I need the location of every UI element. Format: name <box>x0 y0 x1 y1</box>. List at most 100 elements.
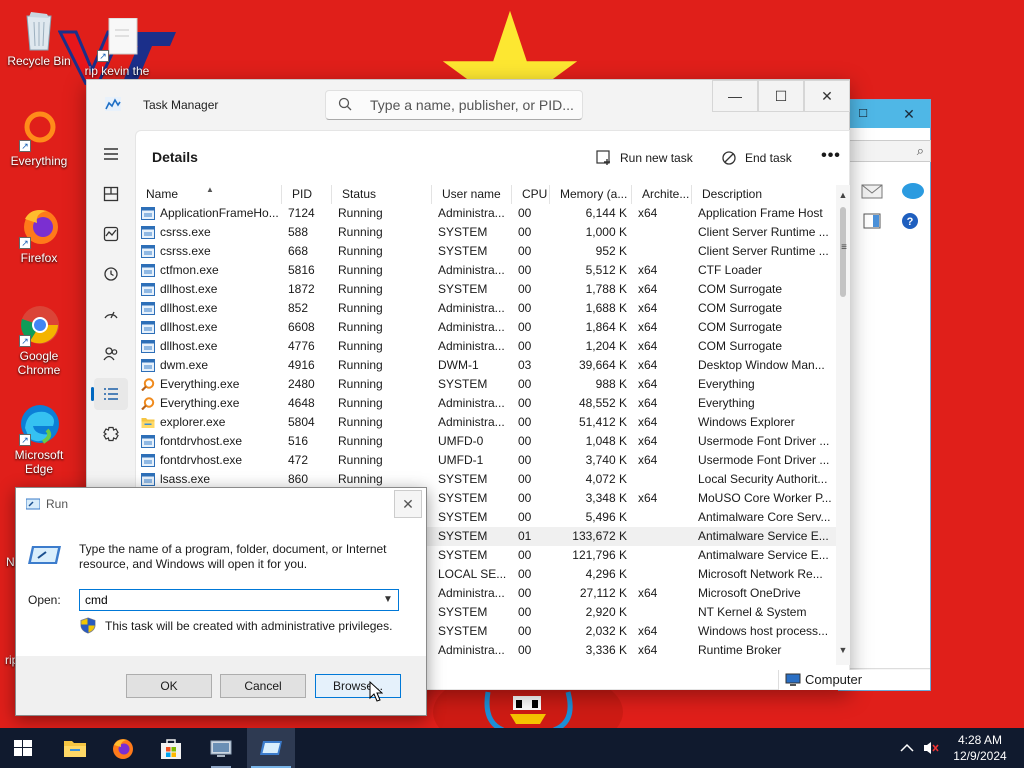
cell-pid: 1872 <box>288 282 315 296</box>
table-row[interactable]: fontdrvhost.exe 516 Running UMFD-0 00 1,048 K… <box>136 432 836 451</box>
taskbar-clock[interactable]: 4:28 AM 12/9/2024 <box>940 732 1020 764</box>
explorer-close-button[interactable]: ✕ <box>887 100 931 128</box>
nav-performance[interactable] <box>94 218 128 250</box>
file-shortcut-icon: ↗ <box>95 17 139 62</box>
desktop-icon-firefox[interactable]: ↗ Firefox <box>1 205 77 265</box>
explorer-toolbar-row2: ? <box>851 212 931 234</box>
process-search-box[interactable] <box>325 90 583 120</box>
table-row[interactable]: explorer.exe 5804 Running Administra... 00 51… <box>136 413 836 432</box>
open-input[interactable] <box>85 592 375 608</box>
help-icon[interactable]: ? <box>901 212 919 230</box>
cell-arch <box>638 565 692 584</box>
cell-status: Running <box>338 396 383 410</box>
chevron-down-icon[interactable]: ▼ <box>380 592 396 608</box>
taskbar-computer-window[interactable] <box>197 728 245 768</box>
network-icon[interactable] <box>901 182 925 200</box>
table-row[interactable]: dwm.exe 4916 Running DWM-1 03 39,664 K x64 Desk… <box>136 356 836 375</box>
nav-users[interactable] <box>94 338 128 370</box>
cell-desc: NT Kernel & System <box>698 605 807 619</box>
table-row[interactable]: dllhost.exe 6608 Running Administra... 00 1,8… <box>136 318 836 337</box>
table-row[interactable]: Everything.exe 2480 Running SYSTEM 00 988 K x6… <box>136 375 836 394</box>
column-header-status[interactable]: Status <box>332 185 432 204</box>
scroll-up-arrow-icon[interactable]: ▲ <box>836 188 850 202</box>
table-row[interactable]: ctfmon.exe 5816 Running Administra... 00 5,51… <box>136 261 836 280</box>
table-row[interactable]: Everything.exe 4648 Running Administra... 00… <box>136 394 836 413</box>
dialog-close-button[interactable]: ✕ <box>394 490 422 518</box>
volume-muted-icon[interactable] <box>922 740 940 756</box>
table-row[interactable]: ApplicationFrameHo... 7124 Running Administ… <box>136 204 836 223</box>
taskbar-task-manager[interactable] <box>247 728 295 768</box>
nav-startup-apps[interactable] <box>94 298 128 330</box>
desktop-icon-file-shortcut[interactable]: ↗ rip kevin the <box>79 17 155 78</box>
cell-status: Running <box>338 206 383 220</box>
desktop-icon-chrome[interactable]: ↗ Google Chrome <box>1 303 77 377</box>
taskbar-file-explorer[interactable] <box>51 728 99 768</box>
show-hidden-icons-chevron-icon[interactable] <box>900 742 914 754</box>
table-row[interactable]: dllhost.exe 4776 Running Administra... 00 1,2… <box>136 337 836 356</box>
cancel-button[interactable]: Cancel <box>220 674 306 698</box>
search-input[interactable] <box>370 95 575 115</box>
scroll-grip-icon: ≡ <box>841 242 847 253</box>
cell-desc: COM Surrogate <box>698 339 783 353</box>
app-icon <box>141 473 155 486</box>
column-header-architecture[interactable]: Archite... <box>632 185 692 204</box>
taskbar-store[interactable] <box>147 728 195 768</box>
open-combobox[interactable]: ▼ <box>79 589 399 611</box>
mail-icon[interactable] <box>861 182 883 200</box>
column-header-description[interactable]: Description <box>692 185 836 204</box>
run-new-task-button[interactable]: Run new task <box>596 145 693 171</box>
cell-user: SYSTEM <box>438 377 488 391</box>
desktop-icon-everything[interactable]: ↗ Everything <box>1 108 77 168</box>
cell-pid: 5804 <box>288 415 315 429</box>
desktop-icon-label: rip kevin the <box>84 64 150 78</box>
table-row[interactable]: dllhost.exe 1872 Running SYSTEM 00 1,788 K x64… <box>136 280 836 299</box>
cell-cpu: 00 <box>518 263 532 277</box>
admin-privileges-note: This task will be created with administr… <box>105 619 393 633</box>
cell-arch: x64 <box>638 643 658 657</box>
column-header-memory[interactable]: Memory (a... <box>550 185 632 204</box>
table-row[interactable]: csrss.exe 668 Running SYSTEM 00 952 K Client S… <box>136 242 836 261</box>
cell-name: dllhost.exe <box>160 301 218 315</box>
shortcut-arrow-icon: ↗ <box>19 434 31 446</box>
cell-desc: Runtime Broker <box>698 643 782 657</box>
cell-mem: 1,688 K <box>585 301 627 315</box>
desktop-icon-recycle-bin[interactable]: Recycle Bin <box>1 8 77 68</box>
explorer-search-box[interactable]: ⌕ <box>849 140 931 162</box>
close-button[interactable]: ✕ <box>804 80 850 112</box>
cell-mem: 952 K <box>595 244 627 258</box>
preview-pane-icon[interactable] <box>863 212 881 230</box>
column-header-pid[interactable]: PID <box>282 185 332 204</box>
cell-desc: Windows Explorer <box>698 415 795 429</box>
firefox-icon: ↗ <box>17 205 61 249</box>
cell-mem: 5,496 K <box>585 510 627 524</box>
cell-mem: 1,788 K <box>585 282 627 296</box>
table-row[interactable]: fontdrvhost.exe 472 Running UMFD-1 00 3,740 K… <box>136 451 836 470</box>
app-icon <box>141 207 155 220</box>
vertical-scrollbar[interactable]: ▲ ≡ ▼ <box>836 185 850 665</box>
app-icon <box>141 435 155 448</box>
cell-arch: x64 <box>638 624 658 638</box>
cell-name: Everything.exe <box>160 377 240 391</box>
hamburger-menu-button[interactable] <box>94 138 128 170</box>
column-header-user-name[interactable]: User name <box>432 185 512 204</box>
column-header-cpu[interactable]: CPU <box>512 185 550 204</box>
table-row[interactable]: dllhost.exe 852 Running Administra... 00 1,68… <box>136 299 836 318</box>
minimize-button[interactable]: — <box>712 80 758 112</box>
table-row[interactable]: csrss.exe 588 Running SYSTEM 00 1,000 K Client… <box>136 223 836 242</box>
browse-button[interactable]: Browse... <box>315 674 401 698</box>
nav-app-history[interactable] <box>94 258 128 290</box>
taskbar-firefox[interactable] <box>99 728 147 768</box>
start-button[interactable] <box>0 728 48 768</box>
taskbar: 4:28 AM 12/9/2024 <box>0 728 1024 768</box>
more-options-button[interactable]: ••• <box>816 145 846 171</box>
desktop-icon-edge[interactable]: ↗ Microsoft Edge <box>1 402 77 476</box>
ok-button[interactable]: OK <box>126 674 212 698</box>
cell-status: Running <box>338 453 383 467</box>
nav-processes[interactable] <box>94 178 128 210</box>
maximize-button[interactable]: ☐ <box>758 80 804 112</box>
cell-user: Administra... <box>438 643 505 657</box>
scroll-down-arrow-icon[interactable]: ▼ <box>836 643 850 657</box>
nav-services[interactable] <box>94 418 128 450</box>
nav-details[interactable] <box>91 378 128 410</box>
end-task-button[interactable]: End task <box>721 145 792 171</box>
